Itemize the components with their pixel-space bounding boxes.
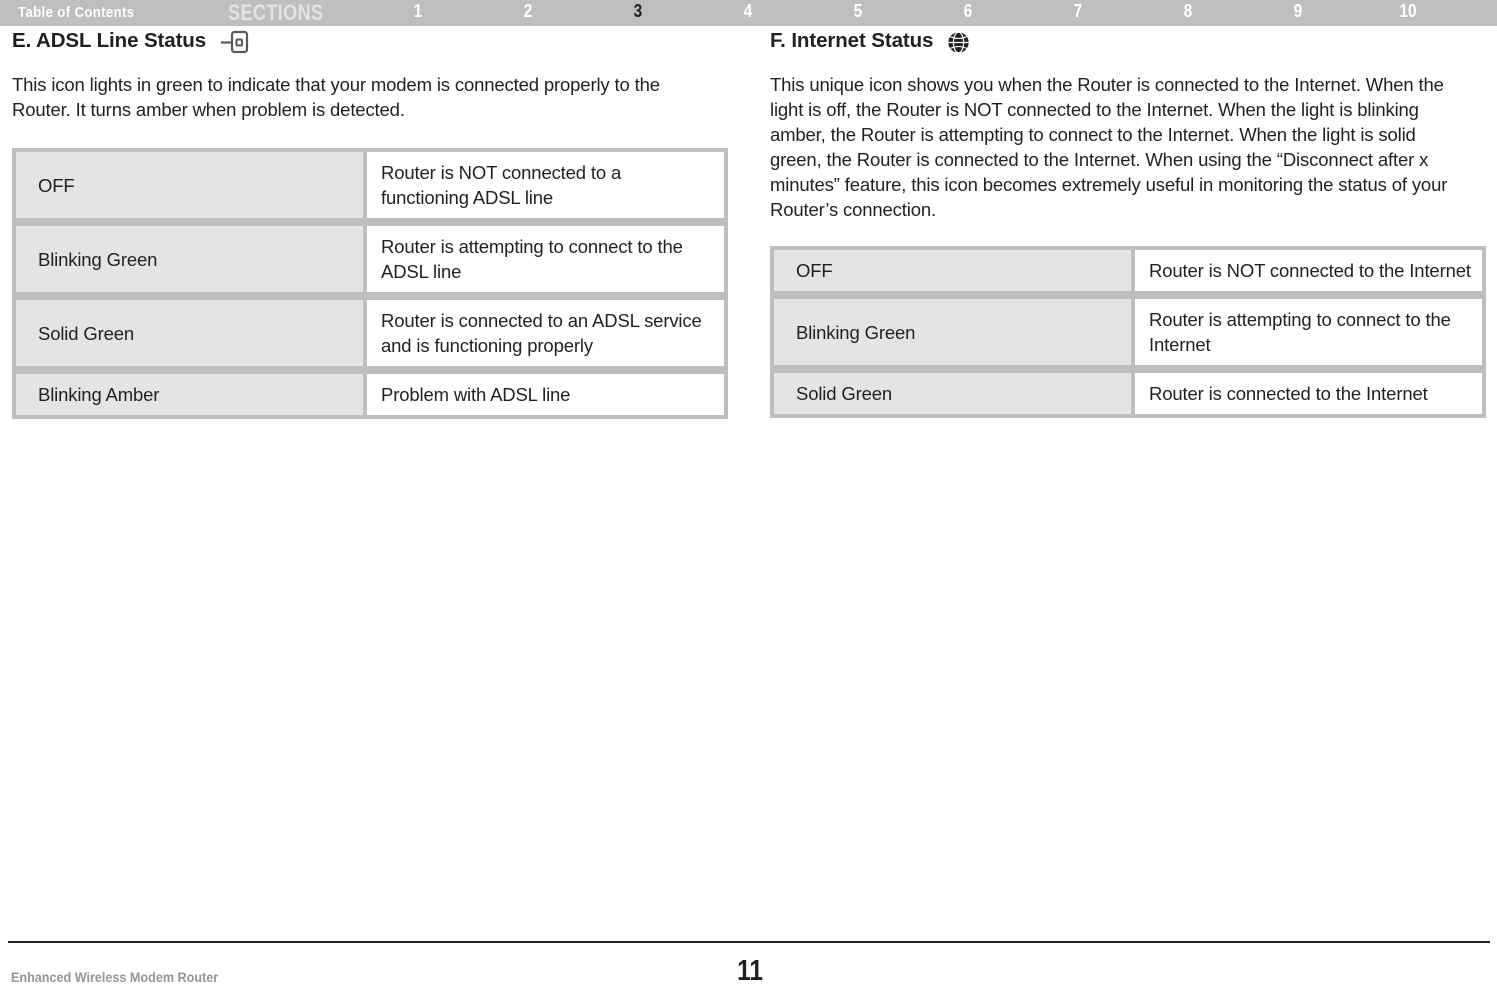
section-link-7[interactable]: 7 [1063, 1, 1092, 22]
section-link-3[interactable]: 3 [623, 1, 652, 22]
status-description-cell: Router is attempting to connect to the A… [367, 226, 728, 296]
status-description-cell: Router is attempting to connect to the I… [1135, 299, 1486, 369]
globe-internet-icon [947, 31, 970, 54]
internet-status-table: OFF Router is NOT connected to the Inter… [770, 246, 1486, 418]
status-state-cell: Blinking Amber [12, 374, 367, 419]
internet-status-section: F. Internet Status This unique icon show… [770, 26, 1486, 418]
table-row: Solid Green Router is connected to an AD… [12, 300, 728, 370]
table-row: Solid Green Router is connected to the I… [770, 373, 1486, 418]
section-link-8[interactable]: 8 [1173, 1, 1202, 22]
table-row: Blinking Amber Problem with ADSL line [12, 374, 728, 419]
status-state-cell: OFF [770, 246, 1135, 295]
footer-divider [8, 941, 1490, 943]
adsl-line-jack-icon [220, 29, 250, 55]
section-link-10[interactable]: 10 [1393, 1, 1422, 22]
table-row: Blinking Green Router is attempting to c… [12, 226, 728, 296]
adsl-status-table: OFF Router is NOT connected to a functio… [12, 148, 728, 419]
status-state-cell: Solid Green [770, 373, 1135, 418]
adsl-line-status-heading: E. ADSL Line Status [12, 26, 728, 56]
internet-status-paragraph: This unique icon shows you when the Rout… [770, 74, 1448, 220]
section-nav-bar: Table of Contents SECTIONS 1 2 3 4 5 6 7… [0, 0, 1497, 26]
sections-label: SECTIONS [228, 0, 324, 25]
status-state-cell: OFF [12, 148, 367, 222]
section-link-6[interactable]: 6 [953, 1, 982, 22]
adsl-line-status-heading-text: E. ADSL Line Status [12, 29, 207, 52]
status-description-cell: Router is connected to the Internet [1135, 373, 1486, 418]
adsl-line-status-paragraph: This icon lights in green to indicate th… [12, 74, 660, 120]
section-link-4[interactable]: 4 [733, 1, 762, 22]
status-description-cell: Problem with ADSL line [367, 374, 728, 419]
section-link-9[interactable]: 9 [1283, 1, 1312, 22]
internet-status-heading-text: F. Internet Status [770, 29, 934, 52]
table-row: OFF Router is NOT connected to the Inter… [770, 246, 1486, 295]
status-description-cell: Router is NOT connected to a functioning… [367, 148, 728, 222]
table-row: Blinking Green Router is attempting to c… [770, 299, 1486, 369]
status-state-cell: Solid Green [12, 300, 367, 370]
page-number: 11 [737, 955, 763, 987]
page-content: E. ADSL Line Status This icon lights in … [0, 26, 1497, 906]
section-link-2[interactable]: 2 [513, 1, 542, 22]
table-row: OFF Router is NOT connected to a functio… [12, 148, 728, 222]
table-of-contents-link[interactable]: Table of Contents [18, 4, 134, 21]
section-link-5[interactable]: 5 [843, 1, 872, 22]
page-footer: Enhanced Wireless Modem Router 11 [0, 950, 1497, 994]
status-state-cell: Blinking Green [770, 299, 1135, 369]
status-description-cell: Router is NOT connected to the Internet [1135, 246, 1486, 295]
document-title: Enhanced Wireless Modem Router [11, 969, 219, 985]
internet-status-heading: F. Internet Status [770, 26, 1486, 56]
adsl-line-status-section: E. ADSL Line Status This icon lights in … [12, 26, 728, 419]
status-state-cell: Blinking Green [12, 226, 367, 296]
status-description-cell: Router is connected to an ADSL service a… [367, 300, 728, 370]
section-link-1[interactable]: 1 [403, 1, 432, 22]
